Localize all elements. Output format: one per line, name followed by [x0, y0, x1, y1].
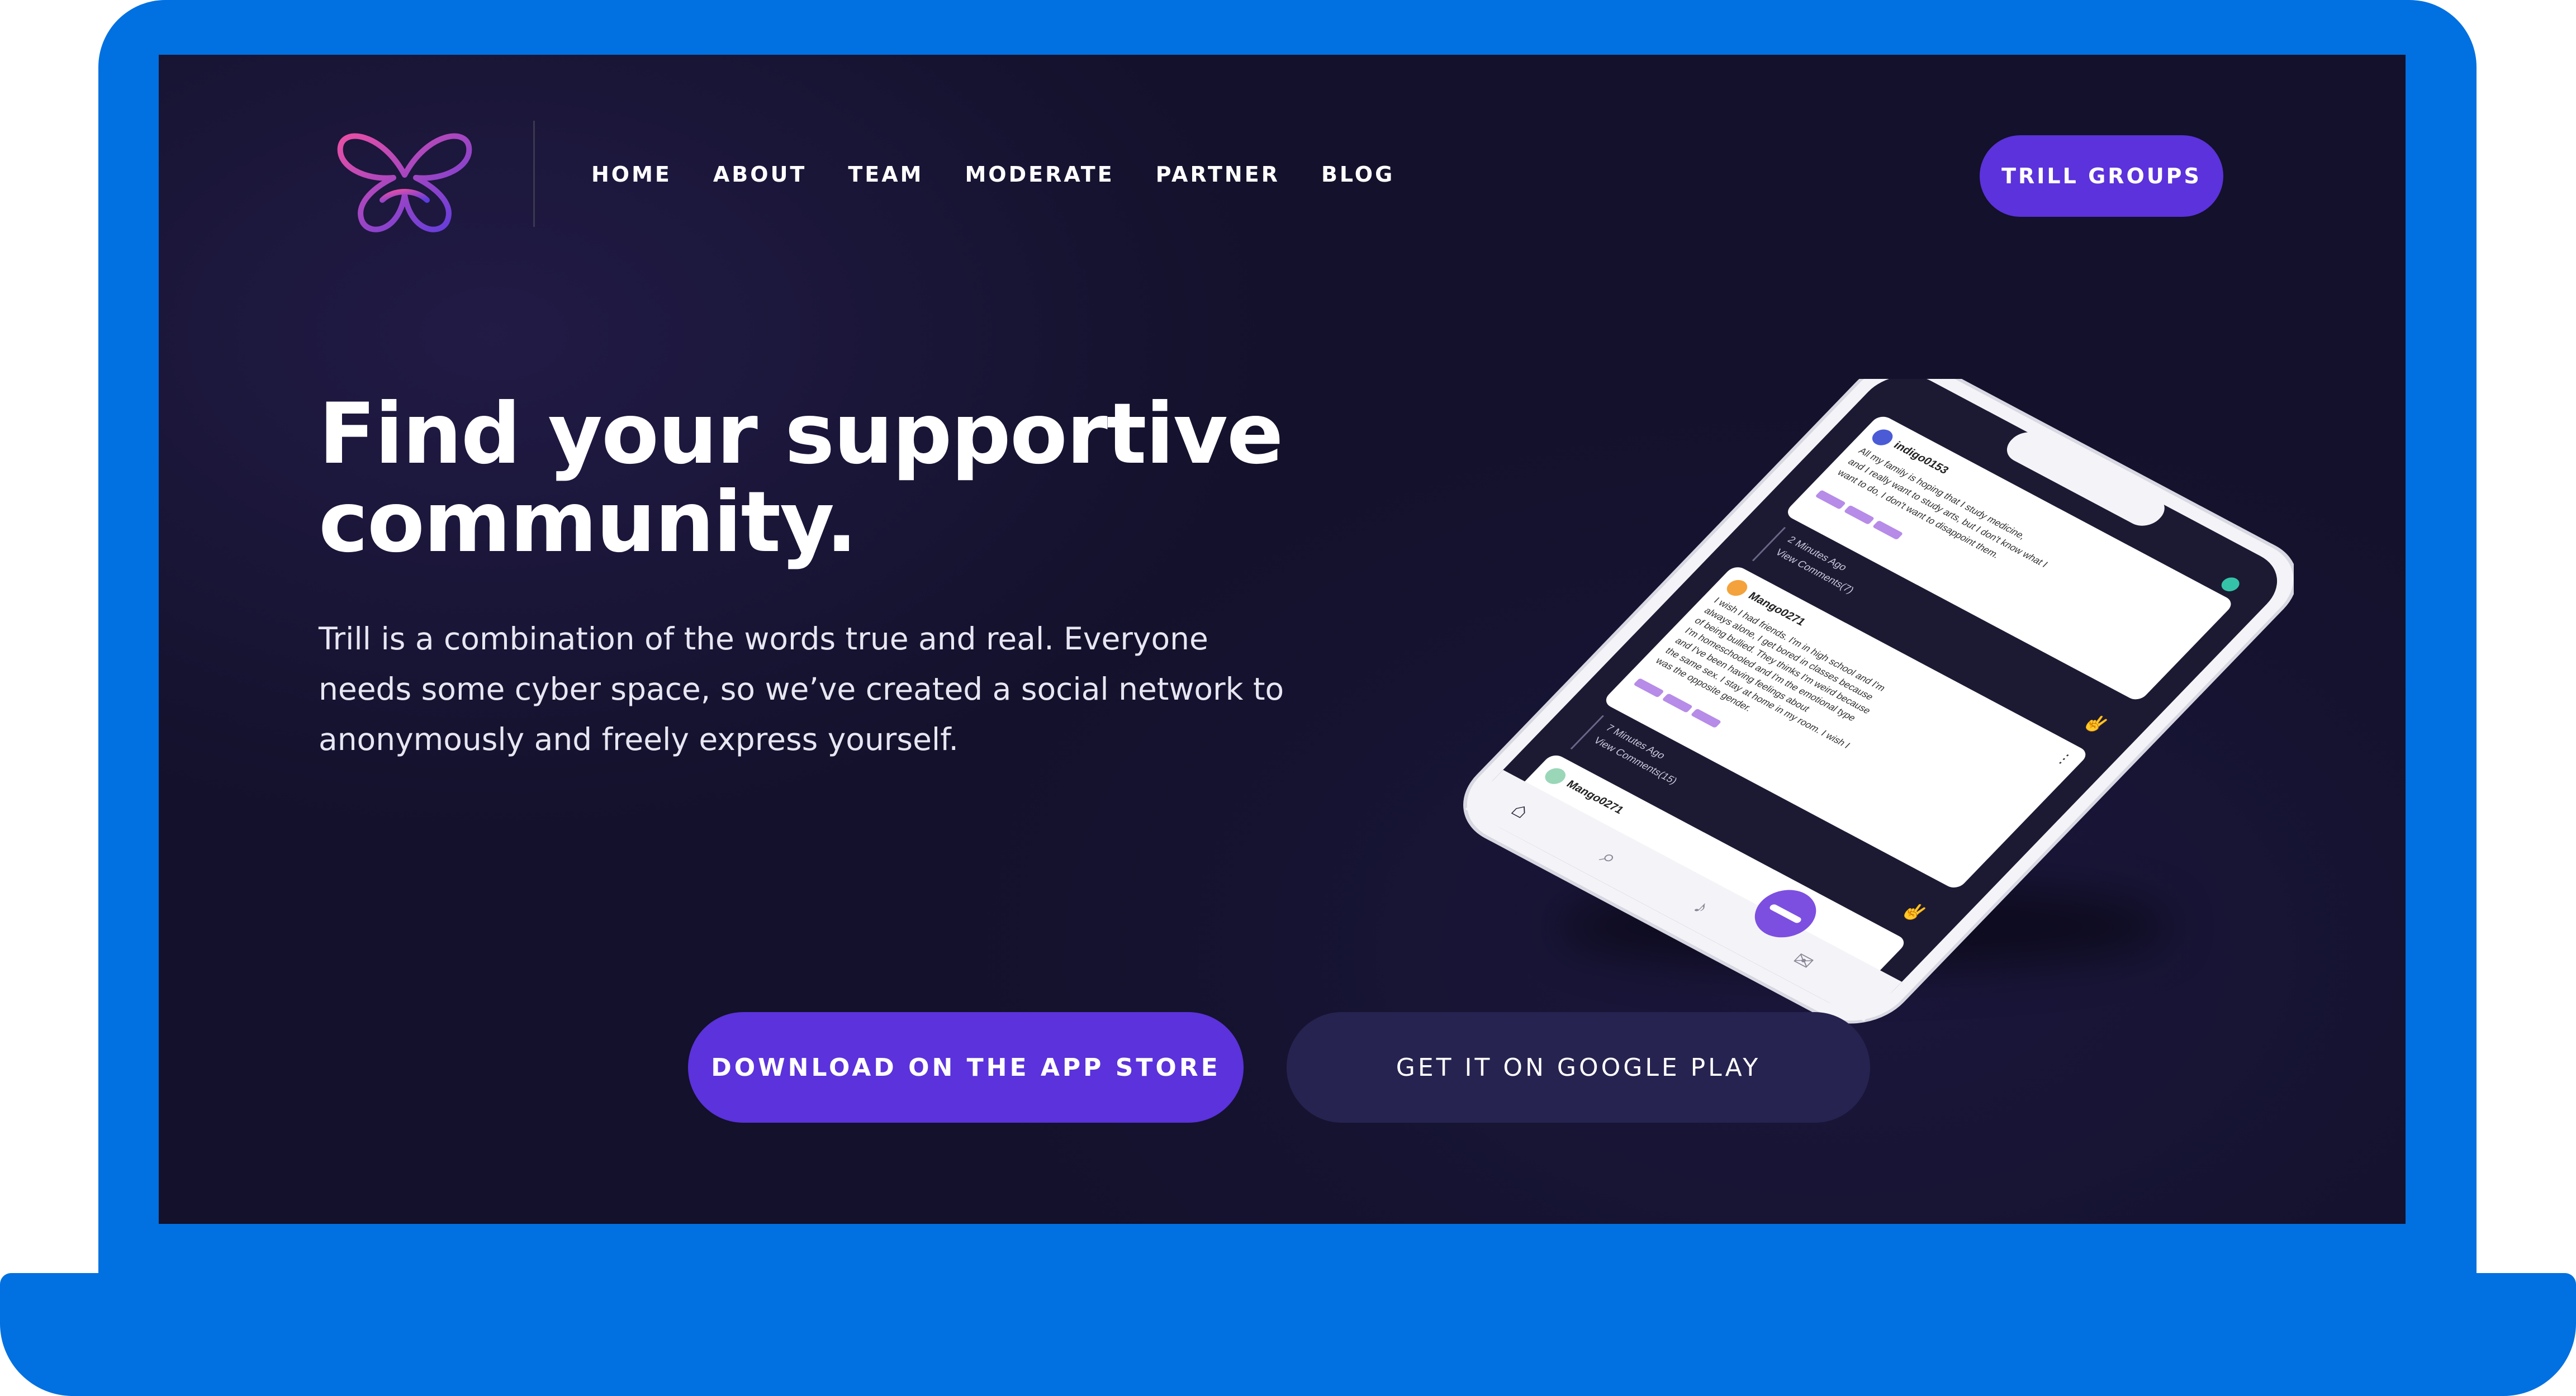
nav-home[interactable]: HOME: [591, 162, 672, 187]
nav-blog[interactable]: BLOG: [1321, 162, 1394, 187]
nav-team[interactable]: TEAM: [848, 162, 923, 187]
app-store-button[interactable]: DOWNLOAD ON THE APP STORE: [688, 1012, 1244, 1123]
laptop-base: [0, 1273, 2576, 1396]
hero-title-line1: Find your supportive: [319, 386, 1284, 483]
hero-title-line2: community.: [319, 474, 857, 571]
phone-mockup: indigo0153 All my family is hoping that …: [1463, 379, 2294, 1024]
trill-butterfly-logo[interactable]: [332, 122, 477, 239]
trill-groups-button[interactable]: TRILL GROUPS: [1980, 135, 2223, 217]
nav-partner[interactable]: PARTNER: [1156, 162, 1280, 187]
hero-description: Trill is a combination of the words true…: [319, 621, 1284, 757]
website-screen: HOME ABOUT TEAM MODERATE PARTNER BLOG TR…: [159, 55, 2406, 1224]
google-play-button[interactable]: GET IT ON GOOGLE PLAY: [1287, 1012, 1870, 1123]
nav-moderate[interactable]: MODERATE: [965, 162, 1114, 187]
hero-title: Find your supportive community.: [319, 390, 1325, 567]
nav-about[interactable]: ABOUT: [713, 162, 807, 187]
main-nav: HOME ABOUT TEAM MODERATE PARTNER BLOG: [591, 162, 1436, 187]
logo-divider: [533, 121, 535, 227]
